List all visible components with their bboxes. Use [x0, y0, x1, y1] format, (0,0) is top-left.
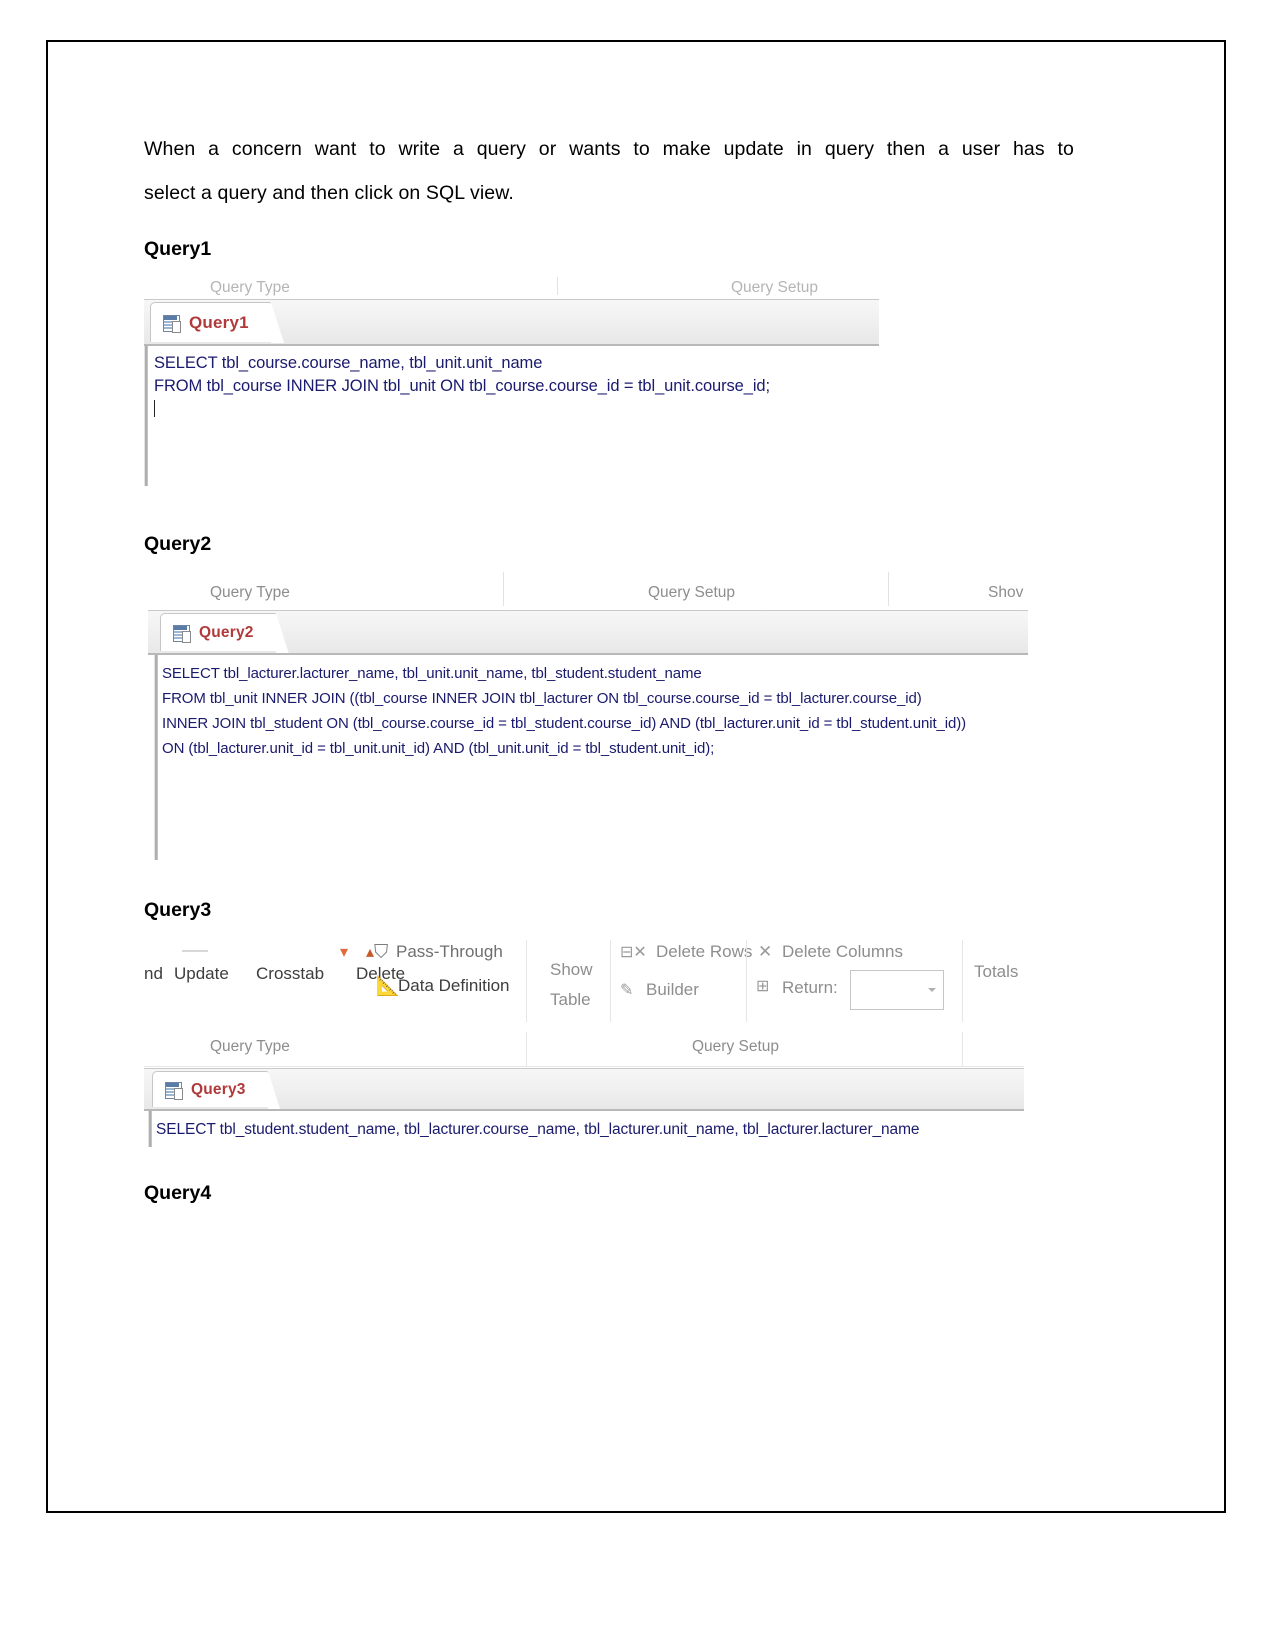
document-tab-query3[interactable]: Query3	[152, 1071, 281, 1112]
ribbon-separator	[526, 940, 527, 1022]
delete-columns-button[interactable]: Delete Columns	[782, 942, 903, 962]
group-label-query-setup: Query Setup	[692, 1038, 780, 1055]
document-tab-query1[interactable]: Query1	[150, 302, 284, 343]
ribbon-strip-query2: Query Type Query Setup Shov	[148, 570, 1028, 610]
document-tabstrip-query3: Query3	[144, 1068, 1024, 1112]
sql-line: FROM tbl_lacturer INNER JOIN tbl_student…	[156, 1146, 752, 1147]
text-caret	[154, 400, 155, 417]
builder-icon: ✎	[620, 982, 634, 999]
totals-button[interactable]: Totals	[974, 962, 1018, 982]
intro-paragraph: When a concern want to write a query or …	[144, 127, 1074, 215]
document-tab-label: Query1	[189, 312, 249, 332]
append-button[interactable]: nd	[144, 964, 163, 984]
sql-line: ON (tbl_lacturer.unit_id = tbl_unit.unit…	[162, 740, 715, 757]
return-label: Return:	[782, 978, 838, 997]
heading-query1: Query1	[144, 238, 212, 260]
heading-query4: Query4	[144, 1182, 212, 1204]
chevron-down-icon	[928, 988, 936, 992]
delete-marker-icon: ▾	[340, 944, 349, 961]
ribbon-separator	[746, 940, 747, 1022]
delete-columns-icon: ✕	[758, 942, 773, 961]
sql-line: SELECT tbl_lacturer.lacturer_name, tbl_u…	[162, 665, 702, 682]
access-screenshot-query2: Query Type Query Setup Shov Query2 SELEC…	[148, 570, 1028, 860]
intro-paragraph-line-1: When a concern want to write a query or …	[144, 138, 1074, 160]
delete-rows-icon: ⊟✕	[620, 944, 647, 961]
document-tabstrip-query2: Query2	[148, 610, 1028, 654]
ribbon-group-row-query3: Query Type Query Setup	[144, 1032, 1024, 1068]
heading-query3: Query3	[144, 899, 212, 921]
document-tabstrip-query1: Query1	[144, 299, 879, 344]
show-table-button-line1[interactable]: Show	[550, 960, 593, 980]
access-screenshot-query3: ▾ ▴ nd Update Crosstab Delete ⛉ Pass-Thr…	[144, 932, 1024, 1147]
sql-line: FROM tbl_course INNER JOIN tbl_unit ON t…	[154, 377, 770, 395]
ribbon-group-divider	[144, 1066, 1024, 1067]
ribbon-separator	[557, 277, 558, 295]
group-label-query-type: Query Type	[210, 584, 290, 601]
delete-rows-button[interactable]: Delete Rows	[656, 942, 752, 962]
document-tab-query2[interactable]: Query2	[160, 613, 289, 654]
update-button[interactable]: Update	[174, 964, 229, 984]
heading-query2: Query2	[144, 533, 212, 555]
document-page: When a concern want to write a query or …	[46, 40, 1226, 1513]
sql-view-pane-query1[interactable]: SELECT tbl_course.course_name, tbl_unit.…	[144, 344, 879, 486]
pass-through-button[interactable]: Pass-Through	[396, 942, 503, 962]
pass-through-icon: ⛉	[374, 942, 389, 963]
group-label-query-type: Query Type	[210, 1038, 290, 1055]
delete-marker-icon-2: ▴	[366, 944, 375, 961]
sql-view-pane-query3[interactable]: SELECT tbl_student.student_name, tbl_lac…	[144, 1109, 1024, 1147]
sql-line: SELECT tbl_course.course_name, tbl_unit.…	[154, 354, 543, 372]
ribbon-command-row-query3: ▾ ▴ nd Update Crosstab Delete ⛉ Pass-Thr…	[144, 932, 1024, 1032]
access-screenshot-query1: Query Type Query Setup Query1 SELECT tbl…	[144, 271, 879, 486]
ribbon-separator	[610, 940, 611, 1022]
query-datasheet-icon	[163, 1081, 183, 1100]
sql-line: SELECT tbl_student.student_name, tbl_lac…	[156, 1121, 920, 1138]
group-label-query-setup: Query Setup	[648, 584, 736, 601]
document-tab-label: Query2	[199, 623, 254, 641]
group-label-show-hide: Shov	[988, 584, 1024, 601]
sql-text-query1[interactable]: SELECT tbl_course.course_name, tbl_unit.…	[144, 346, 879, 421]
page-content: When a concern want to write a query or …	[144, 127, 1074, 1215]
query-datasheet-icon	[161, 314, 181, 333]
sql-line: INNER JOIN tbl_student ON (tbl_course.co…	[162, 715, 967, 732]
data-definition-button[interactable]: Data Definition	[398, 976, 510, 996]
sql-text-query3[interactable]: SELECT tbl_student.student_name, tbl_lac…	[144, 1111, 1024, 1147]
ribbon-separator	[888, 572, 889, 606]
ribbon-separator	[962, 1032, 963, 1066]
document-tab-label: Query3	[191, 1080, 246, 1098]
ribbon-strip-query1: Query Type Query Setup	[144, 271, 879, 299]
sql-line: FROM tbl_unit INNER JOIN ((tbl_course IN…	[162, 690, 922, 707]
return-combobox[interactable]	[850, 970, 944, 1010]
ribbon-separator	[526, 1032, 527, 1066]
append-icon-remnant	[182, 950, 208, 952]
sql-text-query2[interactable]: SELECT tbl_lacturer.lacturer_name, tbl_u…	[148, 655, 1028, 761]
group-label-query-setup: Query Setup	[731, 279, 819, 296]
ribbon-separator	[962, 940, 963, 1022]
ribbon-separator	[503, 572, 504, 606]
intro-paragraph-line-2: select a query and then click on SQL vie…	[144, 182, 514, 204]
return-rows-icon: ⊞	[756, 978, 770, 995]
crosstab-button[interactable]: Crosstab	[256, 964, 324, 984]
sql-view-pane-query2[interactable]: SELECT tbl_lacturer.lacturer_name, tbl_u…	[148, 653, 1028, 860]
builder-button[interactable]: Builder	[646, 980, 699, 1000]
group-label-query-type: Query Type	[210, 279, 290, 296]
show-table-button-line2[interactable]: Table	[550, 990, 591, 1010]
query-datasheet-icon	[171, 624, 191, 643]
data-definition-icon: 📐	[376, 976, 400, 997]
